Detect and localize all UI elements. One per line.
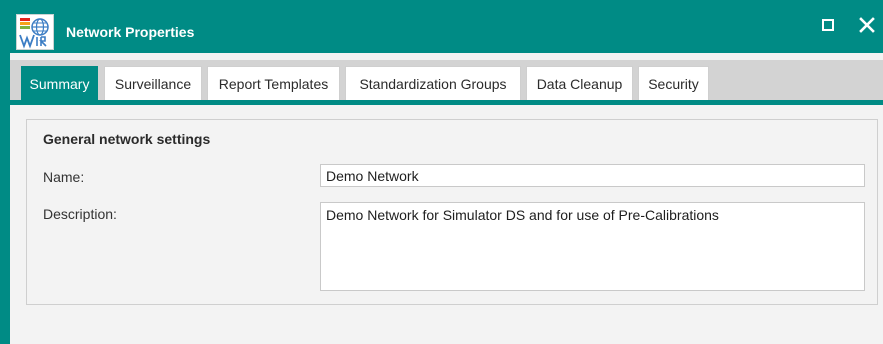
tab-summary[interactable]: Summary xyxy=(21,66,98,101)
maximize-icon xyxy=(822,19,834,31)
window-left-border xyxy=(0,53,10,344)
close-button[interactable] xyxy=(854,12,880,38)
tab-report-templates[interactable]: Report Templates xyxy=(207,66,340,101)
name-label: Name: xyxy=(43,169,85,185)
group-title: General network settings xyxy=(43,131,211,147)
description-label: Description: xyxy=(43,206,117,222)
tab-standardization-groups[interactable]: Standardization Groups xyxy=(345,66,521,101)
tab-data-cleanup[interactable]: Data Cleanup xyxy=(526,66,633,101)
app-logo-icon xyxy=(16,14,54,50)
window-title: Network Properties xyxy=(66,24,195,40)
name-field[interactable] xyxy=(320,164,865,187)
close-icon xyxy=(859,17,875,33)
maximize-button[interactable] xyxy=(815,12,841,38)
title-bar[interactable]: Network Properties xyxy=(0,0,883,53)
tab-security[interactable]: Security xyxy=(638,66,709,101)
description-field[interactable]: Demo Network for Simulator DS and for us… xyxy=(320,202,865,291)
network-properties-window: Network Properties Summary Surveillance … xyxy=(0,0,883,344)
tab-surveillance[interactable]: Surveillance xyxy=(104,66,202,101)
